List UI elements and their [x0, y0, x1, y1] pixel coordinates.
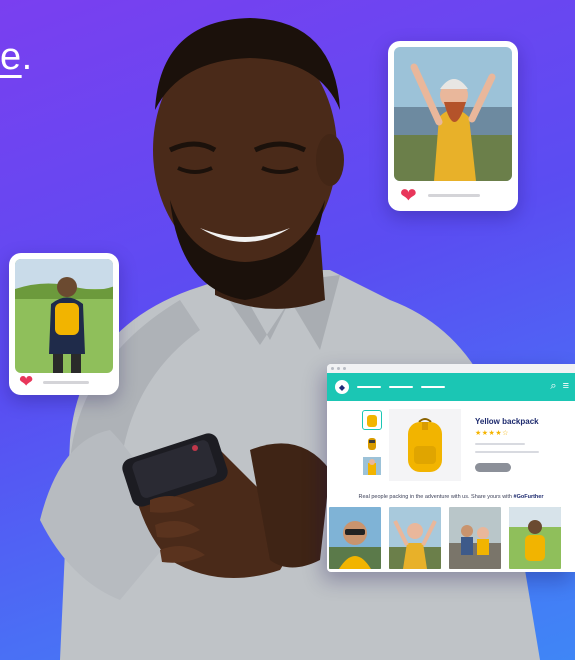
nav-link-2[interactable] [389, 386, 413, 388]
like-count-placeholder [428, 194, 480, 197]
thumbnail-backpack-side[interactable] [363, 434, 381, 452]
ugc-caption: Real people packing in the adventure wit… [327, 494, 575, 500]
thumbnail-backpack-front[interactable] [362, 410, 382, 430]
add-to-cart-button[interactable] [475, 463, 511, 472]
social-post-card-left: ❤ [9, 253, 119, 395]
social-post-card-top: ❤ [388, 41, 518, 211]
ugc-caption-text: Real people packing in the adventure wit… [358, 494, 512, 500]
store-navbar: ◆ ⌕ ≡ [327, 373, 575, 401]
window-dot [337, 367, 340, 370]
heart-icon[interactable]: ❤ [400, 183, 417, 208]
product-section: Yellow backpack ★★★★☆ [327, 401, 575, 491]
product-thumbnails [362, 410, 382, 475]
woman-cheering-mountains-photo [394, 47, 512, 181]
product-detail-line [475, 443, 525, 445]
product-title: Yellow backpack [475, 417, 539, 426]
window-dot [331, 367, 334, 370]
nav-link-3[interactable] [421, 386, 445, 388]
ugc-gallery [329, 507, 561, 569]
ugc-photo-cheering-woman[interactable] [389, 507, 441, 569]
like-count-placeholder [43, 381, 89, 384]
hiker-yellow-backpack-photo [15, 259, 113, 373]
store-browser-window: ◆ ⌕ ≡ Yellow backpack ★★★★☆ Real people … [327, 364, 575, 572]
ugc-photo-selfie-man[interactable] [329, 507, 381, 569]
ugc-photo-couple-hiking[interactable] [449, 507, 501, 569]
ugc-hashtag[interactable]: #GoFurther [514, 494, 544, 500]
product-detail-line [475, 451, 539, 453]
nav-link-1[interactable] [357, 386, 381, 388]
heart-icon[interactable]: ❤ [19, 372, 33, 392]
rating-stars: ★★★★☆ [475, 430, 509, 437]
store-logo-icon[interactable]: ◆ [335, 380, 349, 394]
window-dot [343, 367, 346, 370]
menu-icon[interactable]: ≡ [563, 380, 569, 393]
product-main-image[interactable] [389, 409, 461, 481]
search-icon[interactable]: ⌕ [550, 380, 556, 393]
thumbnail-backpack-worn[interactable] [363, 457, 381, 475]
ugc-photo-backpack-hiker[interactable] [509, 507, 561, 569]
browser-chrome [327, 364, 575, 373]
